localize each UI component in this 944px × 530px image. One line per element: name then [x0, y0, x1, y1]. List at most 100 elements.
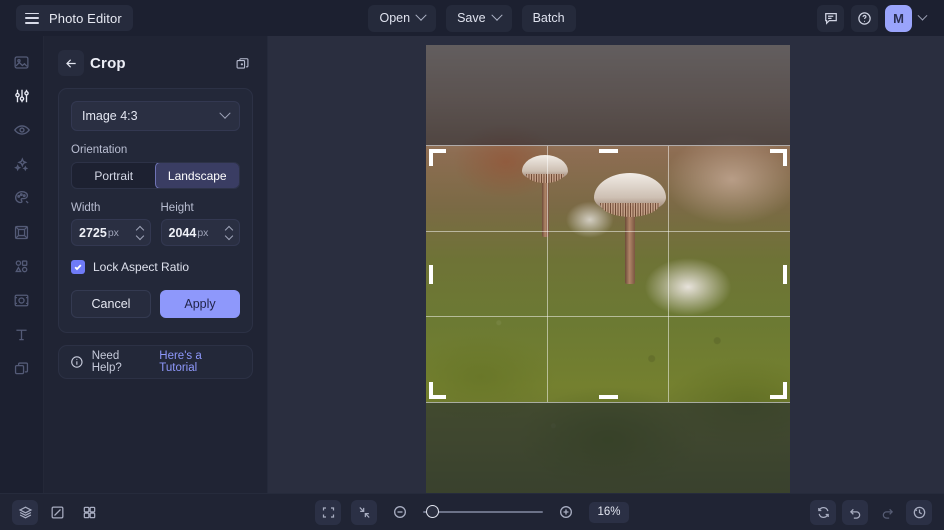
help-button[interactable]	[851, 5, 878, 32]
account-chevron-down-icon[interactable]	[918, 10, 928, 20]
duplicate-button[interactable]	[231, 52, 253, 74]
crop-handle-left[interactable]	[429, 265, 433, 284]
redo-button[interactable]	[874, 500, 900, 525]
crop-handle-right[interactable]	[783, 265, 787, 284]
crop-shade-top	[426, 45, 790, 146]
canvas-area[interactable]	[268, 36, 944, 493]
open-button[interactable]: Open	[368, 5, 436, 32]
crop-shade-bottom	[426, 402, 790, 493]
orientation-label: Orientation	[71, 144, 240, 156]
history-icon	[912, 505, 927, 520]
zoom-out-icon	[392, 504, 408, 520]
height-value: 2044	[169, 226, 197, 240]
zoom-in-button[interactable]	[553, 500, 579, 525]
app-title: Photo Editor	[49, 11, 122, 26]
sidebar-item-color[interactable]	[5, 182, 39, 214]
info-icon	[70, 355, 84, 369]
open-label: Open	[379, 11, 410, 25]
width-stepper[interactable]	[137, 226, 147, 239]
shrink-button[interactable]	[351, 500, 377, 525]
crop-settings-card: Image 4:3 Orientation Portrait Landscape…	[58, 88, 253, 333]
crop-gridline-h2	[426, 316, 790, 317]
crop-handle-bottom[interactable]	[599, 395, 618, 399]
orientation-option-portrait[interactable]: Portrait	[72, 163, 156, 188]
chevron-up-icon[interactable]	[137, 226, 145, 231]
apply-button[interactable]: Apply	[160, 290, 240, 318]
avatar[interactable]: M	[885, 5, 912, 32]
sidebar-item-frame[interactable]	[5, 216, 39, 248]
chevron-down-icon[interactable]	[137, 234, 145, 239]
undo-button[interactable]	[842, 500, 868, 525]
check-icon	[73, 262, 83, 272]
zoom-slider[interactable]	[423, 505, 543, 519]
crop-handle-top[interactable]	[599, 149, 618, 153]
feedback-button[interactable]	[817, 5, 844, 32]
height-stepper[interactable]	[226, 226, 236, 239]
save-button[interactable]: Save	[446, 5, 512, 32]
tutorial-link[interactable]: Here's a Tutorial	[159, 350, 241, 374]
chevron-down-icon	[491, 10, 502, 21]
height-label: Height	[161, 202, 241, 214]
batch-label: Batch	[533, 11, 565, 25]
sidebar-item-text[interactable]	[5, 318, 39, 350]
width-input[interactable]: 2725 px	[71, 219, 151, 246]
sidebar-item-layers[interactable]	[5, 352, 39, 384]
crop-gridline-v1	[547, 146, 548, 402]
crop-handle-bottom-right[interactable]	[770, 382, 787, 399]
top-right-actions: M	[817, 5, 934, 32]
shrink-icon	[357, 505, 372, 520]
sidebar-item-effects[interactable]	[5, 148, 39, 180]
cancel-button[interactable]: Cancel	[71, 290, 151, 318]
lock-aspect-ratio-row[interactable]: Lock Aspect Ratio	[71, 260, 240, 274]
arrow-left-icon	[64, 56, 79, 71]
aspect-preset-select[interactable]: Image 4:3	[71, 101, 240, 131]
image-stage[interactable]	[426, 45, 790, 493]
reset-button[interactable]	[810, 500, 836, 525]
sidebar-item-retouch[interactable]	[5, 114, 39, 146]
crop-gridline-v2	[668, 146, 669, 402]
dimension-fields: Width 2725 px Height 2044 px	[71, 189, 240, 246]
app-menu-button[interactable]: Photo Editor	[16, 5, 133, 31]
panel-header: Crop	[58, 46, 253, 80]
sidebar-item-shapes[interactable]	[5, 250, 39, 282]
batch-button[interactable]: Batch	[522, 5, 576, 32]
eye-icon	[13, 121, 31, 139]
zoom-controls: 16%	[0, 500, 944, 525]
zoom-out-button[interactable]	[387, 500, 413, 525]
crop-handle-top-right[interactable]	[770, 149, 787, 166]
zoom-slider-knob[interactable]	[426, 505, 439, 518]
height-unit: px	[197, 227, 208, 239]
sidebar-item-crop[interactable]	[5, 284, 39, 316]
compare-button[interactable]	[44, 500, 70, 525]
orientation-segmented-control: Portrait Landscape	[71, 162, 240, 189]
layers-icon	[13, 360, 30, 377]
palette-icon	[13, 189, 31, 207]
bottom-left-tools	[12, 500, 102, 525]
width-field: Width 2725 px	[71, 189, 151, 246]
history-button[interactable]	[906, 500, 932, 525]
height-input[interactable]: 2044 px	[161, 219, 241, 246]
lock-aspect-ratio-checkbox[interactable]	[71, 260, 85, 274]
grid-button[interactable]	[76, 500, 102, 525]
text-icon	[13, 326, 30, 343]
back-button[interactable]	[58, 50, 84, 76]
app-body: Crop Image 4:3 Orientation Portrait Land…	[0, 36, 944, 493]
chevron-down-icon	[415, 10, 426, 21]
orientation-option-landscape[interactable]: Landscape	[155, 162, 241, 189]
sidebar-item-adjust[interactable]	[5, 80, 39, 112]
chevron-up-icon[interactable]	[226, 226, 234, 231]
crop-box[interactable]	[426, 146, 790, 402]
chevron-down-icon[interactable]	[226, 234, 234, 239]
zoom-slider-track	[423, 511, 543, 513]
layers-button[interactable]	[12, 500, 38, 525]
top-center-actions: Open Save Batch	[0, 0, 944, 36]
page-title: Crop	[90, 55, 126, 72]
zoom-level[interactable]: 16%	[589, 502, 629, 523]
compare-icon	[50, 505, 65, 520]
crop-handle-top-left[interactable]	[429, 149, 446, 166]
crop-handle-bottom-left[interactable]	[429, 382, 446, 399]
image-icon	[13, 54, 30, 71]
sidebar-item-image[interactable]	[5, 46, 39, 78]
fit-screen-button[interactable]	[315, 500, 341, 525]
height-field: Height 2044 px	[161, 189, 241, 246]
